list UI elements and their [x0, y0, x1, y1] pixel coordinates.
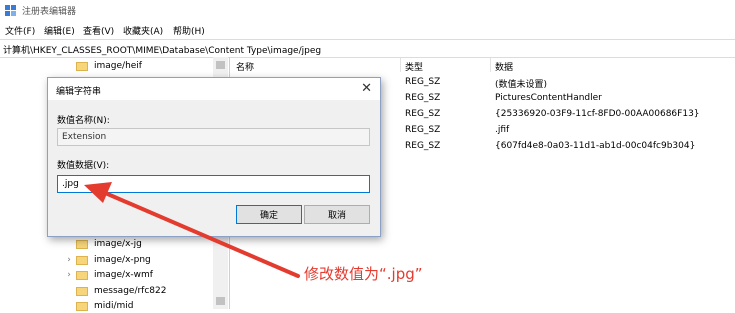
- menu-favorites[interactable]: 收藏夹(A): [123, 24, 163, 37]
- address-path: 计算机\HKEY_CLASSES_ROOT\MIME\Database\Cont…: [3, 46, 322, 56]
- scroll-down-arrow[interactable]: [216, 297, 225, 305]
- menu-view[interactable]: 查看(V): [83, 24, 114, 37]
- folder-icon: [76, 239, 88, 249]
- tree-item[interactable]: › image/x-png: [64, 253, 151, 267]
- row-type: REG_SZ: [405, 77, 441, 87]
- column-name[interactable]: 名称: [236, 60, 254, 73]
- value-list-header: 名称 类型 数据: [230, 57, 735, 73]
- row-type: REG_SZ: [405, 93, 441, 103]
- cancel-button[interactable]: 取消: [304, 205, 370, 224]
- row-type: REG_SZ: [405, 109, 441, 119]
- dialog-title: 编辑字符串: [56, 87, 102, 97]
- value-name-label: 数值名称(N):: [57, 116, 110, 126]
- regedit-icon: [5, 5, 16, 16]
- menu-file[interactable]: 文件(F): [5, 24, 35, 37]
- window-title: 注册表编辑器: [22, 7, 77, 17]
- chevron-right-icon[interactable]: ›: [64, 270, 74, 280]
- annotation-text: 修改数值为“.jpg”: [304, 265, 423, 283]
- tree-item[interactable]: › image/x-wmf: [64, 268, 153, 282]
- tree-item-label: image/x-jg: [94, 239, 142, 249]
- column-divider[interactable]: [490, 58, 491, 72]
- edit-string-dialog: 编辑字符串 ✕ 数值名称(N): Extension 数值数据(V): .jpg…: [47, 77, 381, 237]
- folder-icon: [76, 286, 88, 296]
- title-bar: 注册表编辑器: [0, 0, 735, 21]
- column-data[interactable]: 数据: [495, 60, 513, 73]
- column-divider[interactable]: [400, 58, 401, 72]
- row-data: (数值未设置): [495, 80, 548, 90]
- column-type[interactable]: 类型: [405, 60, 423, 73]
- folder-icon: [76, 270, 88, 280]
- menu-help[interactable]: 帮助(H): [173, 24, 205, 37]
- close-icon[interactable]: ✕: [361, 81, 372, 96]
- folder-icon: [76, 255, 88, 265]
- row-type: REG_SZ: [405, 125, 441, 135]
- chevron-right-icon[interactable]: ›: [64, 255, 74, 265]
- row-data: {25336920-03F9-11cf-8FD0-00AA00686F13}: [495, 109, 700, 119]
- tree-item-label: midi/mid: [94, 301, 134, 311]
- folder-icon: [76, 301, 88, 311]
- row-type: REG_SZ: [405, 141, 441, 151]
- value-name-field: Extension: [57, 128, 370, 146]
- row-data: {607fd4e8-0a03-11d1-ab1d-00c04fc9b304}: [495, 141, 696, 151]
- tree-item[interactable]: image/x-jg: [64, 237, 142, 251]
- dialog-title-bar[interactable]: 编辑字符串 ✕: [48, 78, 380, 100]
- tree-item-label: image/x-png: [94, 255, 151, 265]
- row-data: PicturesContentHandler: [495, 93, 602, 103]
- ok-button[interactable]: 确定: [236, 205, 302, 224]
- menu-edit[interactable]: 编辑(E): [44, 24, 75, 37]
- address-bar[interactable]: 计算机\HKEY_CLASSES_ROOT\MIME\Database\Cont…: [0, 39, 735, 58]
- scroll-up-arrow[interactable]: [216, 61, 225, 69]
- value-data-input[interactable]: .jpg: [57, 175, 370, 193]
- tree-item-label: message/rfc822: [94, 286, 167, 296]
- value-data-label: 数值数据(V):: [57, 161, 110, 171]
- tree-item-label: image/x-wmf: [94, 270, 153, 280]
- tree-item[interactable]: message/rfc822: [76, 284, 166, 298]
- folder-icon: [76, 61, 88, 71]
- tree-item[interactable]: midi/mid: [76, 299, 134, 313]
- row-data: .jfif: [495, 125, 510, 135]
- tree-item[interactable]: image/heif: [76, 59, 142, 73]
- menu-bar: 文件(F) 编辑(E) 查看(V) 收藏夹(A) 帮助(H): [0, 22, 735, 38]
- tree-item-label: image/heif: [94, 61, 142, 71]
